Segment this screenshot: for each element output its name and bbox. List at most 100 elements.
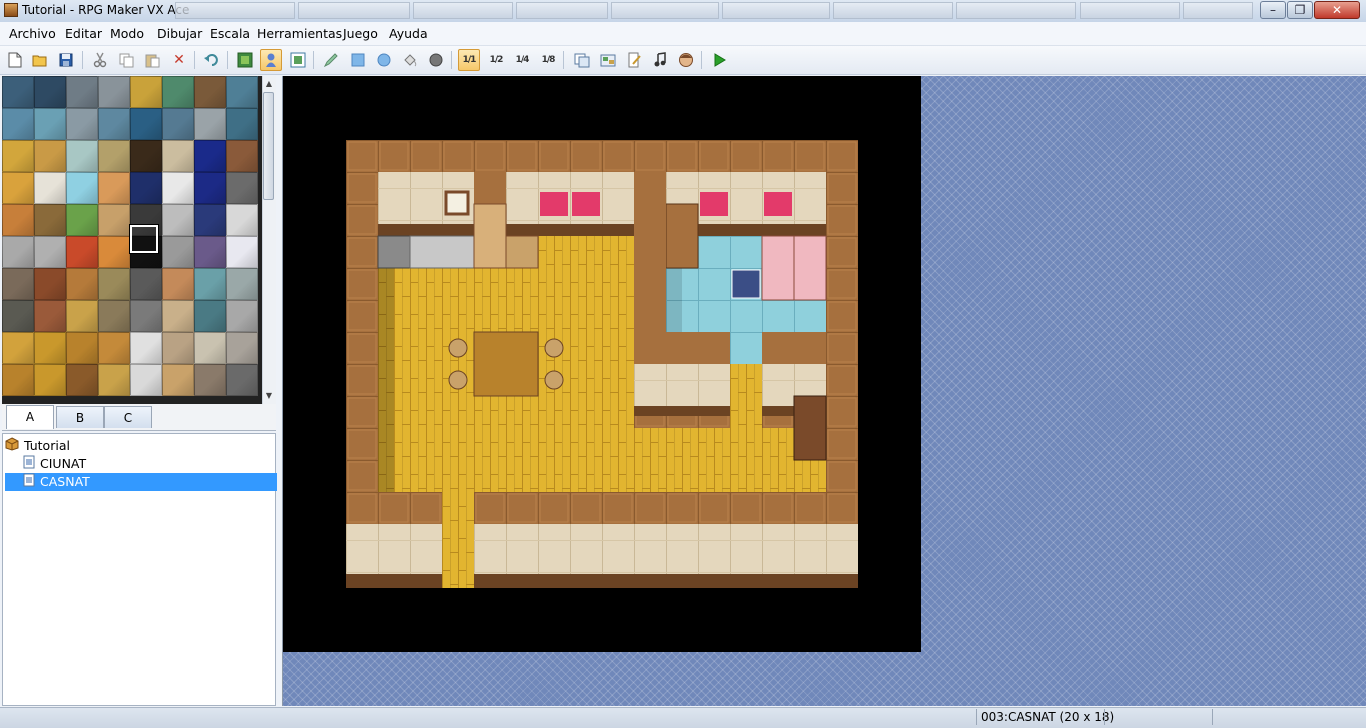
tileset-tile[interactable] [66, 364, 98, 396]
tileset-tile[interactable] [226, 268, 258, 300]
tileset-tile[interactable] [2, 172, 34, 204]
tileset-tile[interactable] [130, 172, 162, 204]
tab-b[interactable]: B [56, 406, 104, 428]
menu-editar[interactable]: Editar [61, 25, 106, 42]
tileset-tile[interactable] [66, 236, 98, 268]
tileset-tile[interactable] [34, 364, 66, 396]
new-project-icon[interactable] [4, 49, 26, 71]
zoom-1-4-icon[interactable]: 1/4 [511, 49, 533, 71]
tileset-tile[interactable] [226, 76, 258, 108]
tileset-tile[interactable] [98, 140, 130, 172]
tileset-tile[interactable] [66, 332, 98, 364]
tileset-tile[interactable] [194, 76, 226, 108]
tileset-tile[interactable] [34, 236, 66, 268]
database-icon[interactable] [571, 49, 593, 71]
tileset-tile[interactable] [2, 236, 34, 268]
tileset-tile[interactable] [2, 364, 34, 396]
tileset-tile[interactable] [98, 332, 130, 364]
tileset-tile[interactable] [194, 332, 226, 364]
tree-map-casnat[interactable]: CASNAT [5, 473, 277, 491]
tab-a[interactable]: A [6, 405, 54, 429]
map-canvas[interactable] [283, 76, 921, 652]
flood-fill-icon[interactable] [399, 49, 421, 71]
tileset-tile[interactable] [194, 140, 226, 172]
sound-test-icon[interactable] [649, 49, 671, 71]
tileset-tile[interactable] [34, 140, 66, 172]
tileset-tile[interactable] [2, 300, 34, 332]
tileset-tile[interactable] [98, 172, 130, 204]
zoom-1-8-icon[interactable]: 1/8 [537, 49, 559, 71]
tileset-tile[interactable] [66, 268, 98, 300]
tileset-tile[interactable] [162, 364, 194, 396]
tileset-tile[interactable] [66, 76, 98, 108]
tileset-tile[interactable] [34, 204, 66, 236]
tileset-tile[interactable] [34, 332, 66, 364]
tileset-tile[interactable] [98, 268, 130, 300]
script-editor-icon[interactable] [623, 49, 645, 71]
tileset-tile[interactable] [226, 140, 258, 172]
tileset-tile[interactable] [226, 236, 258, 268]
tileset-tile[interactable] [2, 108, 34, 140]
tileset-tile[interactable] [162, 236, 194, 268]
tileset-scroll-thumb[interactable] [263, 92, 274, 200]
tileset-tile[interactable] [130, 332, 162, 364]
tileset-tile[interactable] [226, 300, 258, 332]
tileset-tile[interactable] [98, 108, 130, 140]
tileset-tile[interactable] [162, 268, 194, 300]
zoom-1-1-icon[interactable]: 1/1 [458, 49, 480, 71]
menu-ayuda[interactable]: Ayuda [385, 25, 432, 42]
tileset-tile[interactable] [226, 204, 258, 236]
tileset-tile[interactable] [162, 332, 194, 364]
tileset-tile[interactable] [130, 300, 162, 332]
menu-archivo[interactable]: Archivo [5, 25, 60, 42]
tileset-tile[interactable] [194, 268, 226, 300]
tileset-tile[interactable] [130, 364, 162, 396]
tileset-tile[interactable] [162, 204, 194, 236]
save-project-icon[interactable] [55, 49, 77, 71]
ellipse-icon[interactable] [373, 49, 395, 71]
tree-map-ciunat[interactable]: CIUNAT [5, 455, 277, 473]
menu-modo[interactable]: Modo [106, 25, 148, 42]
tileset-tile[interactable] [194, 172, 226, 204]
tileset-tile[interactable] [98, 364, 130, 396]
tileset-tile[interactable] [130, 76, 162, 108]
tileset-tile[interactable] [226, 108, 258, 140]
tileset-tile[interactable] [2, 76, 34, 108]
tileset-tile[interactable] [2, 204, 34, 236]
tileset-tile[interactable] [194, 108, 226, 140]
tileset-tile[interactable] [194, 300, 226, 332]
delete-icon[interactable]: ✕ [168, 49, 190, 71]
tileset-tile[interactable] [162, 300, 194, 332]
tileset-tile[interactable] [66, 204, 98, 236]
playtest-icon[interactable] [709, 49, 731, 71]
zoom-1-2-icon[interactable]: 1/2 [485, 49, 507, 71]
scroll-down-arrow-icon[interactable]: ▼ [262, 389, 276, 403]
menu-herramientas[interactable]: Herramientas [253, 25, 346, 42]
menu-dibujar[interactable]: Dibujar [153, 25, 206, 42]
tileset-tile[interactable] [98, 300, 130, 332]
tab-c[interactable]: C [104, 406, 152, 428]
tileset-tile[interactable] [66, 140, 98, 172]
scroll-up-arrow-icon[interactable]: ▲ [262, 77, 276, 91]
tileset-tile[interactable] [194, 204, 226, 236]
map-mode-icon[interactable] [234, 49, 256, 71]
maximize-button[interactable]: ❐ [1287, 1, 1313, 19]
tileset-tile[interactable] [226, 332, 258, 364]
shadow-pen-icon[interactable] [425, 49, 447, 71]
tileset-tile[interactable] [194, 364, 226, 396]
resource-manager-icon[interactable] [597, 49, 619, 71]
paste-icon[interactable] [141, 49, 163, 71]
minimize-button[interactable]: – [1260, 1, 1286, 19]
tileset-tile[interactable] [162, 140, 194, 172]
menu-escala[interactable]: Escala [206, 25, 254, 42]
undo-icon[interactable] [201, 49, 223, 71]
menu-juego[interactable]: Juego [339, 25, 382, 42]
tileset-tile[interactable] [162, 76, 194, 108]
tileset-tile[interactable] [66, 172, 98, 204]
tileset-tile[interactable] [130, 268, 162, 300]
tileset-tile[interactable] [2, 268, 34, 300]
tileset-tile[interactable] [98, 204, 130, 236]
tileset-tile[interactable] [34, 172, 66, 204]
tileset-tile[interactable] [226, 364, 258, 396]
tileset-tile[interactable] [98, 76, 130, 108]
